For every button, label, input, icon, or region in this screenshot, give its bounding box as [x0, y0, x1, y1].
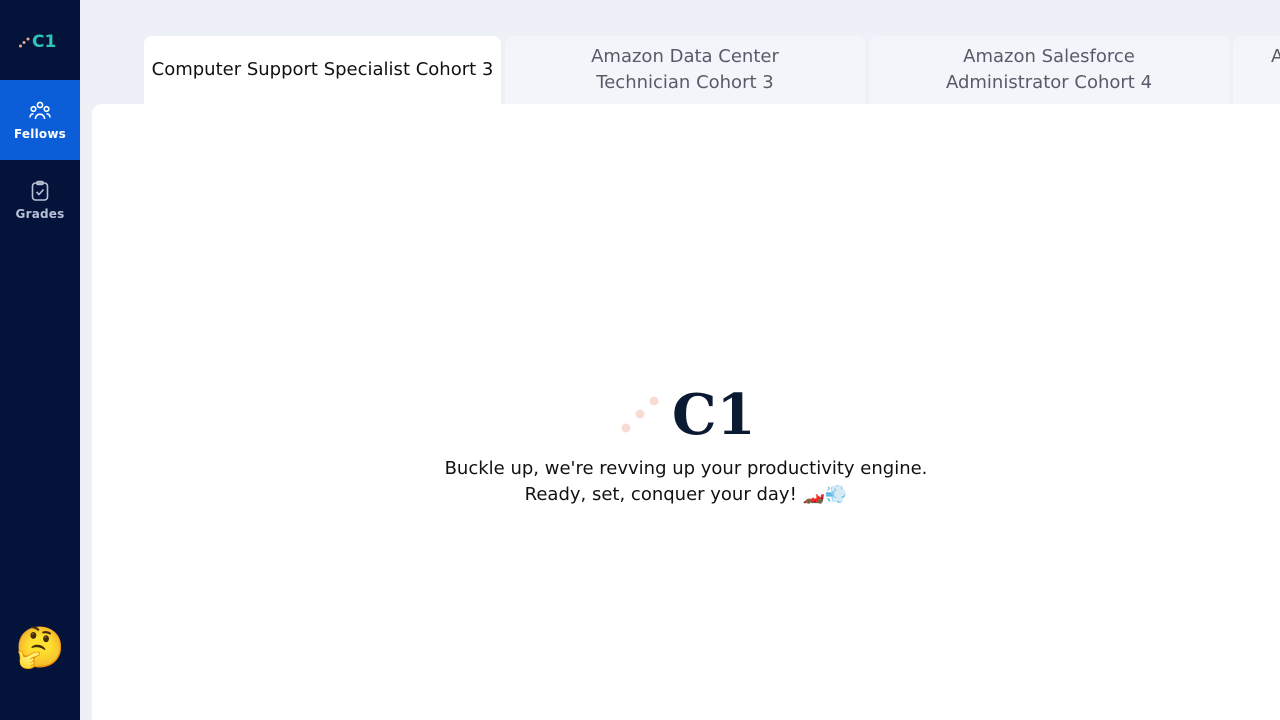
people-group-icon	[28, 99, 52, 123]
thinking-face-icon: 🤔	[15, 625, 65, 671]
tab-label: Amazon Salesforce Administrator Cohort 4	[945, 46, 1153, 93]
c1-logo-icon: C1	[19, 32, 56, 51]
tab-computer-support-specialist-cohort-3[interactable]: Computer Support Specialist Cohort 3	[144, 36, 501, 104]
sidebar-item-label: Grades	[15, 207, 65, 221]
loading-message-line-2: Ready, set, conquer your day! 🏎️💨	[524, 484, 848, 505]
svg-text:C1: C1	[32, 32, 56, 51]
tab-label: A	[1271, 46, 1280, 67]
clipboard-check-icon	[28, 179, 52, 203]
cohort-tabs: Computer Support Specialist Cohort 3 Ama…	[144, 36, 1280, 104]
loading-indicator: C1 Buckle up, we're revving up your prod…	[92, 384, 1280, 508]
sidebar: C1 Fellows Grades 🤔	[0, 0, 80, 720]
svg-text:C1: C1	[672, 384, 756, 440]
tab-partial[interactable]: A	[1233, 36, 1280, 104]
tab-label: Amazon Data Center Technician Cohort 3	[591, 46, 779, 93]
loading-message-line-1: Buckle up, we're revving up your product…	[444, 458, 928, 479]
user-avatar[interactable]: 🤔	[15, 624, 65, 672]
tab-amazon-data-center-technician-cohort-3[interactable]: Amazon Data Center Technician Cohort 3	[505, 36, 865, 104]
loading-message: Buckle up, we're revving up your product…	[445, 456, 928, 508]
brand-logo[interactable]: C1	[0, 0, 80, 80]
tab-label: Computer Support Specialist Cohort 3	[151, 59, 494, 80]
c1-loading-logo: C1	[616, 384, 756, 440]
main-panel: C1 Buckle up, we're revving up your prod…	[92, 104, 1280, 720]
sidebar-item-fellows[interactable]: Fellows	[0, 80, 80, 160]
c1-logo-icon: C1	[621, 384, 756, 440]
sidebar-item-label: Fellows	[14, 127, 66, 141]
tab-amazon-salesforce-administrator-cohort-4[interactable]: Amazon Salesforce Administrator Cohort 4	[869, 36, 1229, 104]
sidebar-item-grades[interactable]: Grades	[0, 160, 80, 240]
